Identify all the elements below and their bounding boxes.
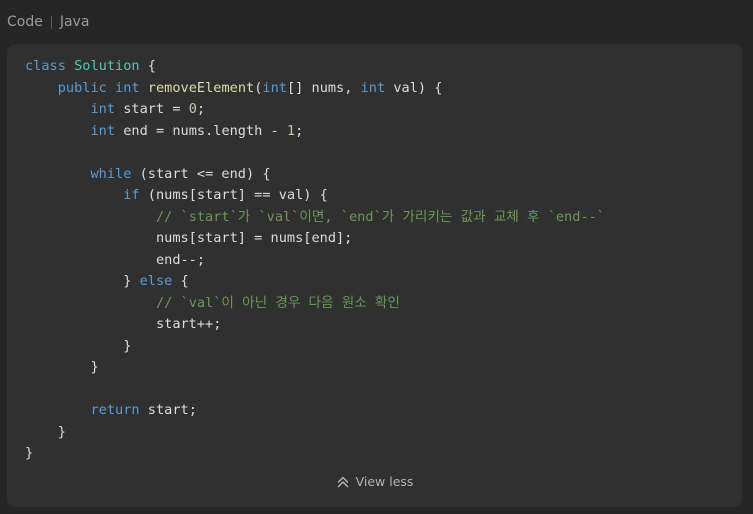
header-divider (50, 15, 52, 29)
code-line: } (25, 423, 66, 440)
code-line: end--; (25, 251, 206, 268)
code-line: // `start`가 `val`이면, `end`가 가리키는 값과 교체 후… (155, 208, 605, 225)
code-line: } (25, 337, 132, 354)
code-line: while (start <= end) { (90, 165, 271, 182)
code-line: ​ (25, 379, 605, 401)
code-line: public int removeElement(int[] nums, int… (57, 79, 443, 96)
code-line: int end = nums.length - 1; (90, 122, 304, 139)
view-less-button[interactable]: View less (336, 474, 414, 489)
code-header: Code Java (0, 0, 753, 44)
code-line: int start = 0; (90, 101, 206, 117)
code-line: ​ (25, 142, 605, 164)
code-line: } (25, 445, 34, 461)
language-label: Java (59, 14, 90, 30)
code-label: Code (7, 14, 43, 30)
code-line: // `val`이 아닌 경우 다음 원소 확인 (155, 294, 400, 311)
code-line: nums[start] = nums[end]; (25, 230, 353, 246)
code-footer: View less (7, 474, 742, 489)
code-line: start++; (25, 316, 222, 332)
code-block: class Solution { public int removeElemen… (25, 56, 605, 465)
code-line: } else { (25, 273, 189, 289)
code-line: return start; (90, 402, 197, 418)
view-less-label: View less (355, 474, 414, 489)
code-line: if (nums[start] == val) { (123, 187, 328, 203)
code-line: } (25, 359, 99, 375)
code-line: class Solution { (25, 58, 156, 74)
code-panel: class Solution { public int removeElemen… (7, 44, 742, 507)
double-chevron-up-icon (336, 475, 350, 489)
